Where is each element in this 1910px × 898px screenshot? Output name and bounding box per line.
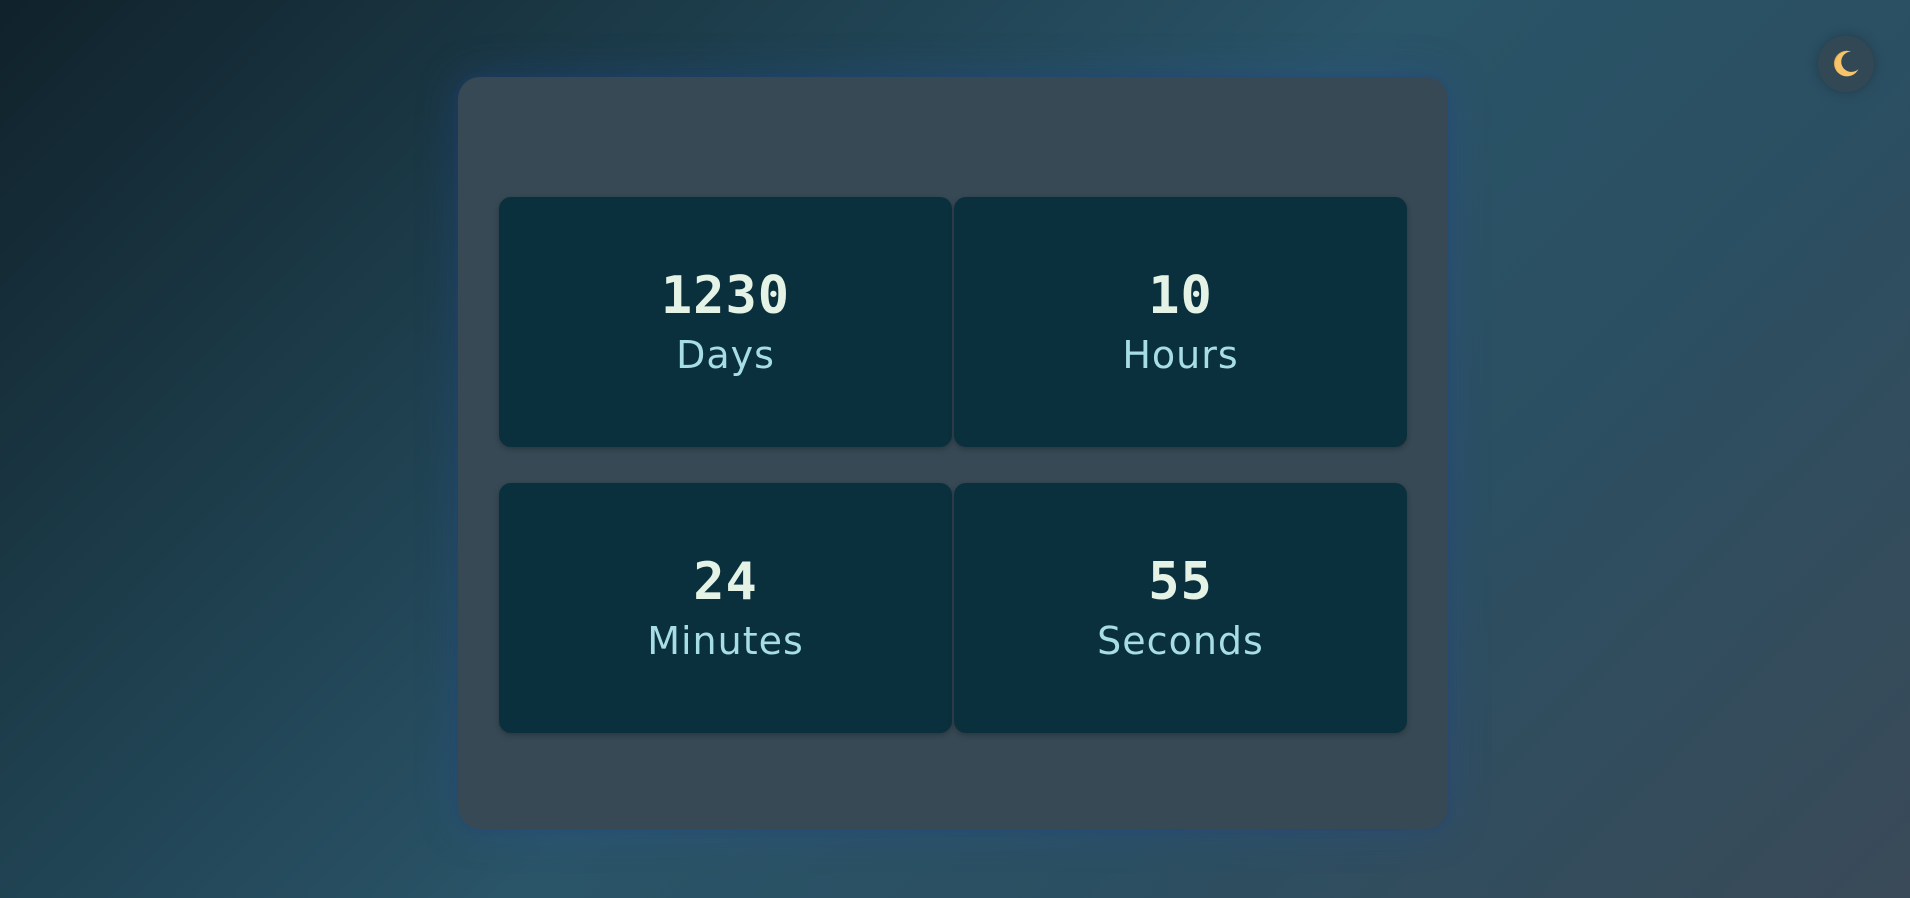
seconds-value: 55 (1148, 552, 1213, 612)
hours-value: 10 (1148, 266, 1213, 326)
theme-toggle-button[interactable] (1818, 36, 1874, 92)
minutes-value: 24 (693, 552, 758, 612)
days-label: Days (676, 333, 775, 377)
seconds-label: Seconds (1097, 619, 1264, 663)
seconds-card: 55 Seconds (954, 483, 1407, 733)
hours-label: Hours (1122, 333, 1239, 377)
minutes-label: Minutes (647, 619, 804, 663)
minutes-card: 24 Minutes (499, 483, 952, 733)
days-value: 1230 (660, 266, 791, 326)
hours-card: 10 Hours (954, 197, 1407, 447)
countdown-panel: 1230 Days 10 Hours 24 Minutes 55 Seconds (458, 77, 1448, 829)
crescent-moon-icon (1829, 47, 1863, 81)
countdown-grid: 1230 Days 10 Hours 24 Minutes 55 Seconds (499, 197, 1407, 733)
days-card: 1230 Days (499, 197, 952, 447)
